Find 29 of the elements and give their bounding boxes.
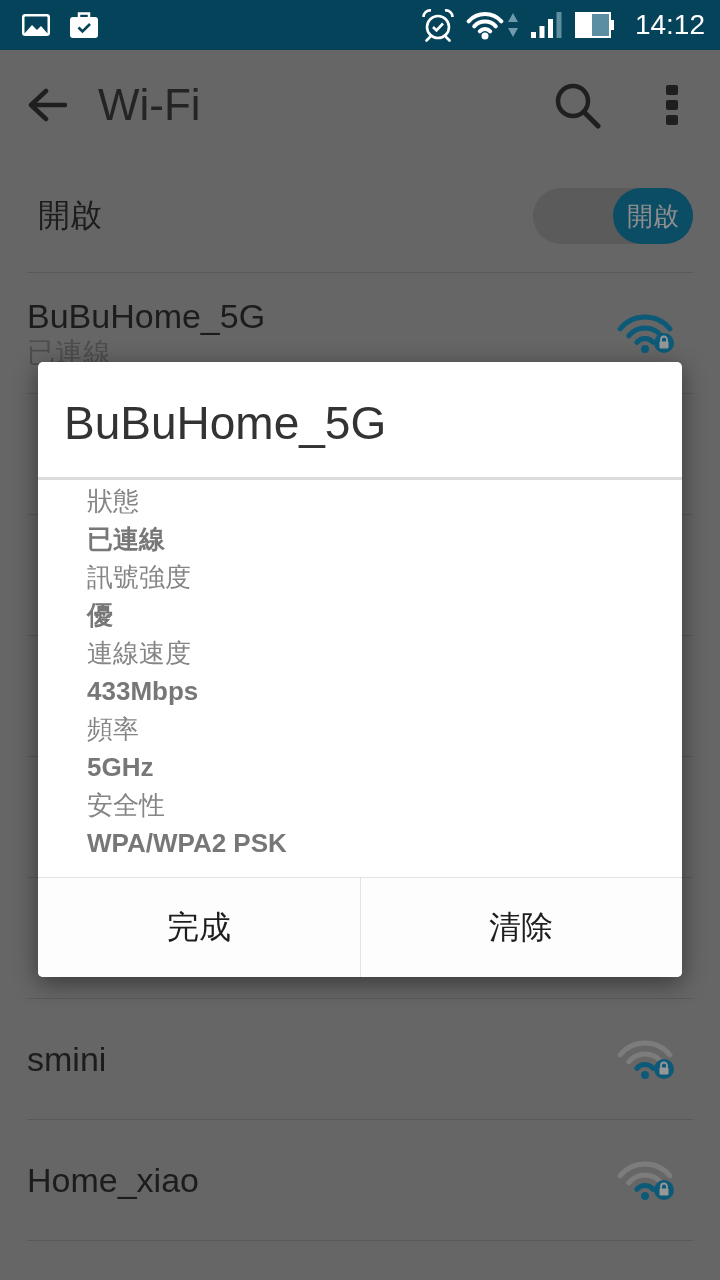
briefcase-check-icon <box>69 11 99 39</box>
detail-value: 433Mbps <box>87 675 199 708</box>
detail-label: 安全性 <box>87 789 165 822</box>
detail-label: 訊號強度 <box>87 561 191 594</box>
dialog-button[interactable]: 清除 <box>359 878 682 977</box>
dialog-title: BuBuHome_5G <box>63 395 388 451</box>
dialog-button[interactable]: 完成 <box>38 878 360 977</box>
page-title: Wi-Fi <box>98 83 201 127</box>
network-name: Home_xiao <box>27 1160 199 1200</box>
search-icon[interactable] <box>553 81 601 129</box>
status-time: 14:12 <box>634 11 705 39</box>
image-icon <box>22 14 50 36</box>
wifi-icon <box>465 10 504 40</box>
detail-label: 狀態 <box>87 485 139 518</box>
more-vertical-icon[interactable] <box>666 85 678 125</box>
detail-label: 連線速度 <box>87 637 191 670</box>
switch-label: 開啟 <box>38 196 102 235</box>
detail-value: 優 <box>87 599 113 632</box>
battery-icon <box>574 12 615 38</box>
detail-value: 5GHz <box>87 751 154 784</box>
detail-value: WPA/WPA2 PSK <box>87 827 287 860</box>
back-arrow-icon[interactable] <box>27 87 67 123</box>
detail-value: 已連線 <box>87 523 165 556</box>
signal-bars-icon <box>529 11 564 39</box>
detail-label: 頻率 <box>87 713 139 746</box>
network-name: BuBuHome_5G <box>27 296 266 336</box>
alarm-clock-icon <box>420 8 455 42</box>
data-arrows-icon <box>506 12 519 38</box>
network-name: smini <box>27 1039 107 1079</box>
